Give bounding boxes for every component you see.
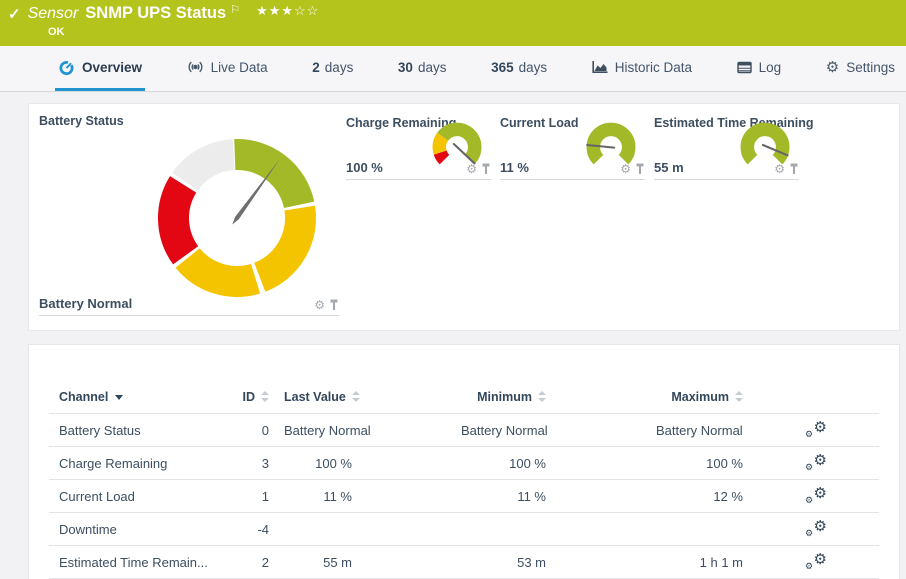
tab-label: Historic Data [615, 60, 692, 75]
channel-name: Current Load [59, 489, 219, 504]
tab-label: Overview [82, 60, 142, 75]
gauge-icon [58, 59, 75, 76]
tab-bar: Overview Live Data 2 days 30 days 365 [0, 46, 906, 92]
maximum-value: 100 % [656, 456, 743, 471]
minimum-value: 100 % [461, 456, 546, 471]
channel-name: Charge Remaining [59, 456, 219, 471]
column-header-channel[interactable]: Channel [59, 390, 219, 404]
column-header-maximum[interactable]: Maximum [656, 390, 743, 404]
minimum-value: 11 % [461, 489, 546, 504]
channel-settings-icon[interactable]: ⚙⚙ [805, 421, 827, 439]
column-header-id[interactable]: ID [219, 390, 269, 404]
channel-settings-icon[interactable]: ⚙⚙ [805, 454, 827, 472]
battery-status-gauge [152, 133, 322, 303]
pin-icon[interactable] [481, 163, 491, 175]
table-row-charge-remaining: Charge Remaining 3 100 % 100 % 100 % ⚙⚙ [49, 447, 879, 480]
sensor-kind-label: Sensor [28, 5, 79, 23]
estimated-time-widget: Estimated Time Remaining 55 m ⚙ [654, 116, 799, 182]
last-value: Battery Normal [284, 423, 352, 438]
sort-icon [261, 391, 269, 403]
channel-settings-icon[interactable]: ⚙⚙ [805, 520, 827, 538]
battery-status-title: Battery Status [39, 114, 124, 128]
table-row-current-load: Current Load 1 11 % 11 % 12 % ⚙⚙ [49, 480, 879, 513]
channel-settings-icon[interactable]: ⚙⚙ [805, 553, 827, 571]
charge-remaining-widget: Charge Remaining 100 % ⚙ [346, 116, 491, 182]
maximum-value: Battery Normal [656, 423, 743, 438]
battery-status-value: Battery Normal [39, 296, 132, 311]
priority-stars[interactable]: ★★★☆☆ [256, 3, 319, 19]
maximum-value: 1 h 1 m [656, 555, 743, 570]
tab-label: days [519, 60, 548, 75]
sort-icon [538, 391, 546, 403]
flag-icon[interactable]: ⚐ [230, 3, 240, 16]
last-value: 11 % [284, 489, 352, 504]
channel-id: -4 [219, 522, 269, 537]
channel-name: Downtime [59, 522, 219, 537]
channel-id: 1 [219, 489, 269, 504]
sort-icon [735, 391, 743, 403]
channel-settings-icon[interactable]: ⚙⚙ [805, 487, 827, 505]
status-badge: OK [48, 26, 65, 38]
table-header-row: Channel ID Last Value Minimum [49, 381, 879, 414]
page-title: SNMP UPS Status [85, 4, 226, 23]
table-row-estimated-time: Estimated Time Remain... 2 55 m 53 m 1 h… [49, 546, 879, 579]
table-row-battery-status: Battery Status 0 Battery Normal Battery … [49, 414, 879, 447]
tab-settings[interactable]: ⚙ Settings [823, 46, 898, 91]
column-header-minimum[interactable]: Minimum [461, 390, 546, 404]
current-load-gauge [586, 120, 636, 170]
channel-id: 3 [219, 456, 269, 471]
current-load-value: 11 % [500, 160, 529, 175]
column-header-last-value[interactable]: Last Value [284, 390, 352, 404]
estimated-time-gauge [740, 120, 790, 170]
estimated-time-value: 55 m [654, 160, 684, 175]
current-load-widget: Current Load 11 % ⚙ [500, 116, 645, 182]
stars-empty: ☆☆ [294, 3, 319, 18]
log-icon [737, 61, 752, 74]
broadcast-icon [187, 60, 204, 74]
sort-desc-icon [115, 395, 123, 400]
tab-number: 365 [491, 60, 514, 75]
maximum-value: 12 % [656, 489, 743, 504]
channel-name: Battery Status [59, 423, 219, 438]
sensor-header: ✓ Sensor SNMP UPS Status ⚐ ★★★☆☆ OK [0, 0, 906, 46]
table-row-downtime: Downtime -4 ⚙⚙ [49, 513, 879, 546]
channel-id: 0 [219, 423, 269, 438]
minimum-value: Battery Normal [461, 423, 546, 438]
charge-remaining-value: 100 % [346, 160, 383, 175]
tab-label: days [418, 60, 447, 75]
tab-30-days[interactable]: 30 days [395, 46, 450, 91]
tab-label: days [325, 60, 354, 75]
tab-2-days[interactable]: 2 days [309, 46, 356, 91]
tab-live-data[interactable]: Live Data [184, 46, 271, 91]
tab-log[interactable]: Log [734, 46, 785, 91]
charge-remaining-gauge [432, 120, 482, 170]
gauges-panel: Battery Status Battery Normal ⚙ [28, 103, 900, 331]
tab-365-days[interactable]: 365 days [488, 46, 550, 91]
channel-id: 2 [219, 555, 269, 570]
gear-icon[interactable]: ⚙ [314, 300, 325, 310]
last-value: 100 % [284, 456, 352, 471]
gear-icon: ⚙ [826, 58, 839, 76]
channel-name: Estimated Time Remain... [59, 555, 219, 570]
last-value: 55 m [284, 555, 352, 570]
tab-label: Settings [846, 60, 895, 75]
status-check-icon: ✓ [8, 5, 21, 23]
overview-content: Battery Status Battery Normal ⚙ [28, 103, 900, 579]
pin-icon[interactable] [329, 299, 339, 311]
tab-overview[interactable]: Overview [55, 46, 145, 91]
tab-label: Live Data [211, 60, 268, 75]
tab-label: Log [759, 60, 782, 75]
tab-historic-data[interactable]: Historic Data [589, 46, 695, 91]
channels-table: Channel ID Last Value Minimum [28, 344, 900, 579]
sort-icon [352, 391, 360, 403]
tab-number: 2 [312, 60, 320, 75]
minimum-value: 53 m [461, 555, 546, 570]
prtg-sensor-page: ✓ Sensor SNMP UPS Status ⚐ ★★★☆☆ OK Over… [0, 0, 906, 579]
tab-number: 30 [398, 60, 413, 75]
pin-icon[interactable] [789, 163, 799, 175]
area-chart-icon [592, 60, 608, 74]
stars-filled: ★★★ [256, 3, 294, 18]
battery-status-value-row: Battery Normal ⚙ [39, 296, 339, 316]
pin-icon[interactable] [635, 163, 645, 175]
